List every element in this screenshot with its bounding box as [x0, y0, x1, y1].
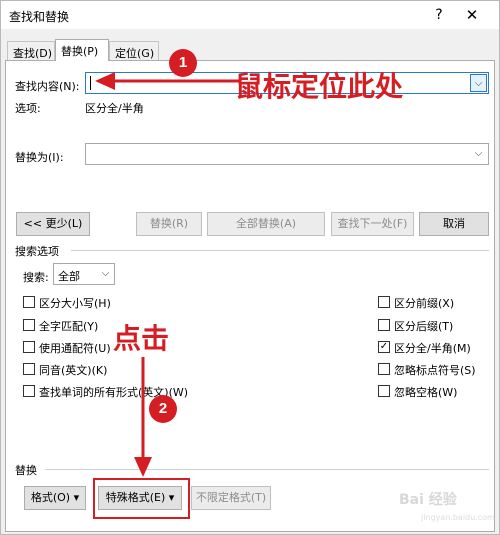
checkbox-full-half-width[interactable]: ✓ 区分全/半角(M) — [378, 340, 490, 355]
special-format-highlight — [93, 478, 190, 519]
arrow-down-icon — [134, 357, 152, 477]
checkbox-sounds-like[interactable]: 同音(英文)(K) — [23, 362, 183, 377]
checkbox-box — [378, 385, 390, 397]
checkmark-icon: ✓ — [378, 341, 390, 353]
checkbox-label: 全字匹配(Y) — [39, 320, 99, 333]
annotation-locate-here: 鼠标定位此处 — [235, 70, 404, 103]
checkbox-box — [23, 296, 35, 308]
cancel-button[interactable]: 取消 — [419, 212, 489, 236]
search-options-heading: 搜索选项 — [15, 245, 59, 258]
checkbox-box — [378, 319, 390, 331]
watermark-url: jingyan.baidu.com — [421, 513, 495, 522]
help-button[interactable]: ? — [429, 5, 449, 25]
title-bar: 查找和替换 ? ✕ — [1, 1, 499, 29]
checkbox-ignore-space[interactable]: 忽略空格(W) — [378, 384, 490, 399]
checkbox-box — [378, 363, 390, 375]
replace-section-heading: 替换 — [15, 464, 37, 477]
tab-goto[interactable]: 定位(G) — [109, 41, 159, 60]
checkbox-box — [23, 385, 35, 397]
search-options-divider — [71, 250, 489, 251]
options-value: 区分全/半角 — [85, 102, 144, 115]
format-button[interactable]: 格式(O) ▾ — [24, 486, 86, 510]
annotation-click: 点击 — [113, 322, 170, 355]
find-next-button[interactable]: 查找下一处(F) — [331, 212, 414, 236]
search-direction-select[interactable]: 全部 ⌵ — [53, 263, 115, 285]
checkbox-label: 使用通配符(U) — [39, 342, 111, 355]
search-direction-value: 全部 — [58, 270, 80, 283]
replace-input[interactable]: ⌵ — [85, 143, 489, 165]
chevron-down-icon: ⌵ — [101, 268, 110, 279]
checkbox-box — [23, 341, 35, 353]
checkbox-label: 忽略标点符号(S) — [394, 364, 476, 377]
tab-replace[interactable]: 替换(P) — [55, 39, 109, 61]
checkbox-label: 区分后缀(T) — [394, 320, 454, 333]
replace-label: 替换为(I): — [15, 151, 64, 164]
checkbox-box — [378, 296, 390, 308]
search-label: 搜索: — [23, 271, 49, 284]
checkbox-box — [23, 319, 35, 331]
checkbox-label: 区分前缀(X) — [394, 297, 455, 310]
dialog-title: 查找和替换 — [9, 10, 70, 24]
checkbox-label: 同音(英文)(K) — [39, 364, 108, 377]
watermark-logo: Bai 经验 — [399, 492, 457, 508]
close-button[interactable]: ✕ — [459, 5, 485, 25]
arrow-left-icon — [95, 72, 239, 90]
checkbox-label: 区分大小写(H) — [39, 297, 111, 310]
replace-section-divider — [45, 469, 489, 470]
checkbox-match-prefix[interactable]: 区分前缀(X) — [378, 295, 490, 310]
find-dropdown-chevron-icon[interactable]: ⌵ — [470, 74, 487, 92]
checkbox-label: 忽略空格(W) — [394, 386, 458, 399]
replace-dropdown-chevron-icon[interactable]: ⌵ — [470, 145, 487, 163]
options-label: 选项: — [15, 102, 41, 115]
find-replace-dialog: 查找和替换 ? ✕ 查找(D) 替换(P) 定位(G) 查找内容(N): ⌵ 选… — [0, 0, 500, 535]
text-cursor — [90, 76, 91, 90]
checkbox-label: 区分全/半角(M) — [394, 342, 471, 355]
checkbox-match-suffix[interactable]: 区分后缀(T) — [378, 318, 490, 333]
checkbox-all-word-forms[interactable]: 查找单词的所有形式(英文)(W) — [23, 384, 203, 399]
checkbox-ignore-punctuation[interactable]: 忽略标点符号(S) — [378, 362, 490, 377]
replace-button[interactable]: 替换(R) — [136, 212, 202, 236]
replace-all-button[interactable]: 全部替换(A) — [207, 212, 325, 236]
tab-find[interactable]: 查找(D) — [7, 41, 55, 60]
less-button[interactable]: << 更少(L) — [16, 212, 90, 236]
no-formatting-button[interactable]: 不限定格式(T) — [191, 486, 271, 510]
checkbox-match-case[interactable]: 区分大小写(H) — [23, 295, 183, 310]
checkbox-box — [23, 363, 35, 375]
find-label: 查找内容(N): — [15, 80, 80, 93]
